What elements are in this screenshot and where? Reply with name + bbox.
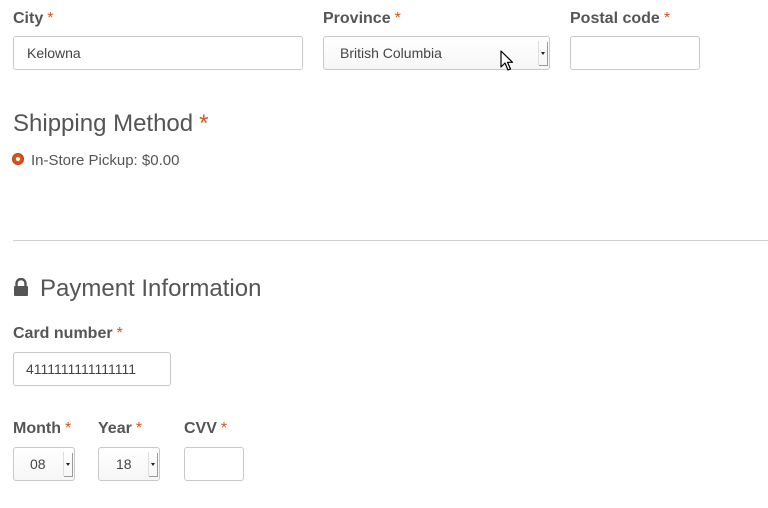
card-number-value: 4111111111111111 [26, 361, 137, 377]
radio-selected-icon[interactable] [13, 154, 23, 164]
postal-code-label: Postal code * [570, 10, 671, 27]
card-number-input[interactable]: 4111111111111111 [13, 352, 171, 386]
required-marker: * [47, 10, 54, 27]
required-marker: * [394, 10, 401, 27]
shipping-method-title: Shipping Method * [13, 110, 209, 137]
required-marker: * [220, 420, 228, 437]
lock-icon [14, 278, 28, 296]
month-select[interactable]: 08 [13, 447, 75, 481]
chevron-down-icon[interactable] [148, 452, 157, 476]
required-marker: * [64, 420, 72, 437]
city-label: City * [13, 10, 54, 27]
year-value: 18 [116, 456, 132, 472]
section-divider [13, 240, 768, 241]
city-input[interactable]: Kelowna [13, 36, 303, 70]
month-label: Month * [13, 420, 72, 437]
required-marker: * [116, 325, 123, 342]
required-marker: * [663, 10, 671, 27]
mouse-cursor-icon [500, 50, 514, 71]
month-value: 08 [30, 456, 46, 472]
chevron-down-icon[interactable] [538, 41, 547, 65]
province-select[interactable]: British Columbia [323, 36, 550, 70]
province-label: Province * [323, 10, 401, 27]
shipping-option-label: In-Store Pickup: $0.00 [31, 152, 180, 169]
cvv-input[interactable] [184, 447, 244, 481]
chevron-down-icon[interactable] [63, 452, 72, 476]
cvv-label: CVV * [184, 420, 228, 437]
year-label: Year * [98, 420, 143, 437]
year-select[interactable]: 18 [98, 447, 160, 481]
province-value: British Columbia [340, 45, 442, 61]
postal-code-input[interactable] [570, 36, 700, 70]
card-number-label: Card number * [13, 325, 123, 342]
required-marker: * [199, 110, 209, 137]
city-value: Kelowna [27, 45, 81, 61]
required-marker: * [135, 420, 143, 437]
payment-information-title: Payment Information [40, 275, 262, 302]
